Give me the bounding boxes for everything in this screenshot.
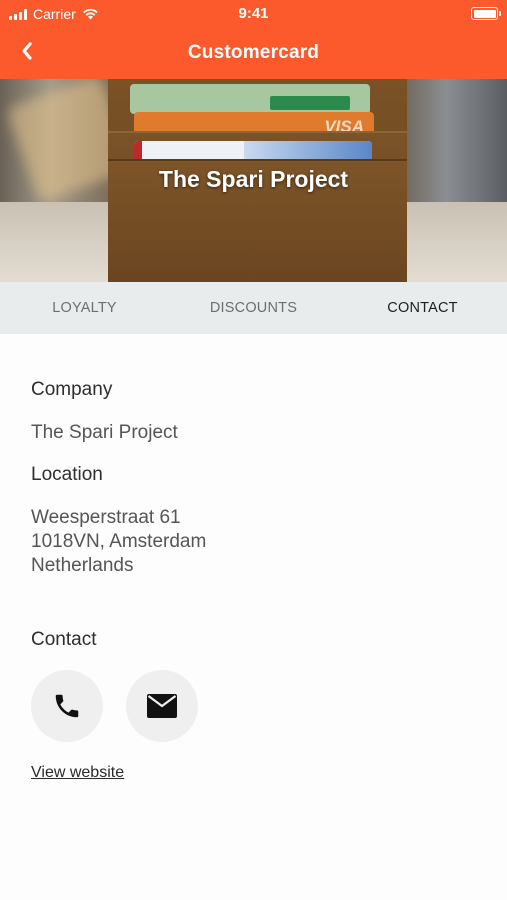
battery-icon: [471, 7, 501, 20]
tab-contact[interactable]: CONTACT: [338, 282, 507, 334]
company-value: The Spari Project: [31, 422, 178, 443]
card-illustration: [130, 84, 370, 114]
location-label: Location: [31, 464, 103, 485]
envelope-icon: [147, 694, 177, 718]
tab-loyalty[interactable]: LOYALTY: [0, 282, 169, 334]
address-line-1: Weesperstraat 61: [31, 507, 181, 528]
phone-icon: [55, 694, 79, 718]
email-button[interactable]: [126, 670, 198, 742]
address-line-3: Netherlands: [31, 555, 134, 576]
tab-discounts[interactable]: DISCOUNTS: [169, 282, 338, 334]
view-website-link[interactable]: View website: [31, 764, 124, 782]
tab-bar: LOYALTY DISCOUNTS CONTACT: [0, 282, 507, 334]
status-bar: Carrier 9:41: [0, 0, 507, 28]
call-button[interactable]: [31, 670, 103, 742]
status-time: 9:41: [238, 5, 269, 22]
navigation-bar: Customercard: [0, 28, 507, 79]
app-header: Carrier 9:41 Customercard: [0, 0, 507, 79]
company-label: Company: [31, 379, 113, 400]
address-line-2: 1018VN, Amsterdam: [31, 531, 207, 552]
hero-image: VISA The Spari Project: [0, 79, 507, 282]
contact-label: Contact: [31, 629, 97, 650]
business-name: The Spari Project: [158, 166, 349, 192]
page-title: Customercard: [187, 42, 320, 63]
